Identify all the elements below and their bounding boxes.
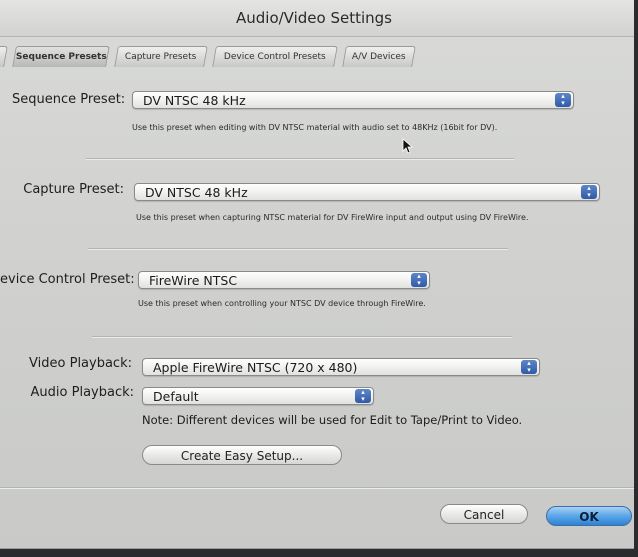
create-easy-setup-button[interactable]: Create Easy Setup... <box>142 445 342 465</box>
video-playback-label: Video Playback: <box>29 356 132 371</box>
tab-capture-presets[interactable]: Capture Presets <box>114 46 208 67</box>
video-playback-value: Apple FireWire NTSC (720 x 480) <box>153 360 358 375</box>
sequence-preset-popup[interactable]: DV NTSC 48 kHz ▴ ▾ <box>132 91 574 109</box>
popup-arrows-icon: ▴ ▾ <box>555 93 571 107</box>
footer-separator <box>0 487 634 489</box>
sequence-preset-label: Sequence Preset: <box>12 92 126 107</box>
window-title: Audio/Video Settings <box>235 9 392 27</box>
capture-preset-popup[interactable]: DV NTSC 48 kHz ▴ ▾ <box>134 183 600 201</box>
popup-arrows-icon: ▴ ▾ <box>355 389 371 403</box>
device-control-preset-label: evice Control Preset: <box>0 272 135 287</box>
playback-note: Note: Different devices will be used for… <box>142 413 523 427</box>
tab-av-devices[interactable]: A/V Devices <box>342 46 416 67</box>
tab-bar: y Sequence Presets Capture Presets Devic… <box>0 46 434 68</box>
capture-preset-label: Capture Preset: <box>23 182 124 197</box>
capture-preset-value: DV NTSC 48 kHz <box>145 185 248 200</box>
tab-truncated[interactable]: y <box>0 46 8 67</box>
cancel-button[interactable]: Cancel <box>440 504 528 524</box>
device-control-preset-popup[interactable]: FireWire NTSC ▴ ▾ <box>138 271 430 289</box>
separator <box>86 158 514 160</box>
popup-arrows-icon: ▴ ▾ <box>521 360 537 374</box>
mouse-pointer-icon <box>402 138 414 154</box>
capture-preset-description: Use this preset when capturing NTSC mate… <box>136 213 529 222</box>
sequence-preset-description: Use this preset when editing with DV NTS… <box>132 123 498 132</box>
device-control-preset-value: FireWire NTSC <box>149 273 238 288</box>
audio-playback-label: Audio Playback: <box>30 385 134 400</box>
popup-arrows-icon: ▴ ▾ <box>581 185 597 199</box>
ok-button[interactable]: OK <box>546 506 632 526</box>
settings-window: Audio/Video Settings y Sequence Presets … <box>0 0 634 549</box>
popup-arrows-icon: ▴ ▾ <box>411 273 427 287</box>
sequence-preset-value: DV NTSC 48 kHz <box>143 93 246 108</box>
audio-playback-popup[interactable]: Default ▴ ▾ <box>142 387 374 405</box>
video-playback-popup[interactable]: Apple FireWire NTSC (720 x 480) ▴ ▾ <box>142 358 540 376</box>
separator <box>92 336 512 338</box>
tab-sequence-presets[interactable]: Sequence Presets <box>12 46 110 67</box>
audio-playback-value: Default <box>153 389 199 404</box>
separator <box>88 248 508 250</box>
tab-device-control-presets[interactable]: Device Control Presets <box>212 46 338 67</box>
title-bar[interactable]: Audio/Video Settings <box>0 0 634 37</box>
device-control-preset-description: Use this preset when controlling your NT… <box>138 299 426 308</box>
